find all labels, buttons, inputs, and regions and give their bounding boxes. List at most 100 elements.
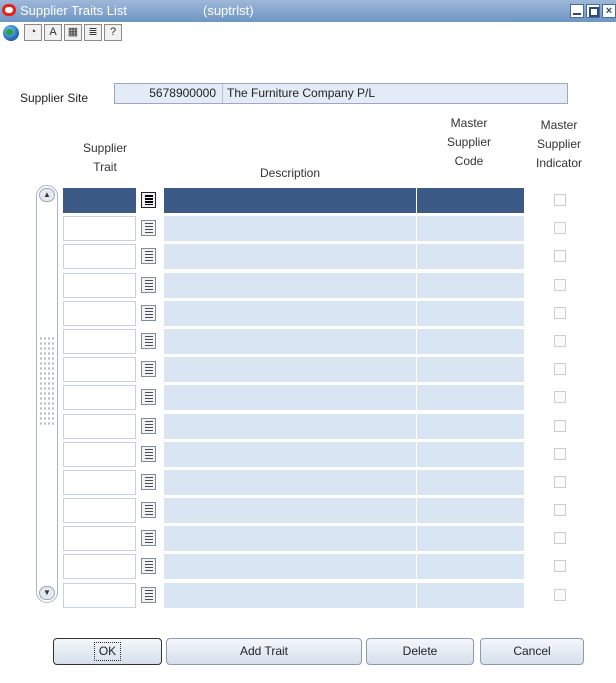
table-row — [63, 413, 593, 442]
supplier-trait-field[interactable] — [63, 244, 136, 270]
scroll-up-icon[interactable]: ▲ — [39, 188, 55, 202]
trait-lov-button[interactable] — [138, 582, 160, 608]
supplier-trait-field[interactable] — [63, 526, 136, 552]
help-icon[interactable]: ? — [104, 24, 122, 41]
header-supplier-trait: Supplier Trait — [65, 139, 145, 177]
trait-lov-button[interactable] — [138, 441, 160, 467]
action-icon[interactable]: ◔ — [24, 24, 42, 41]
description-field — [164, 357, 416, 383]
supplier-trait-field[interactable] — [63, 582, 136, 608]
supplier-trait-field[interactable] — [63, 554, 136, 580]
table-row — [63, 441, 593, 470]
master-indicator-cell — [524, 526, 593, 552]
master-supplier-indicator-checkbox[interactable] — [554, 391, 566, 404]
description-field — [164, 526, 416, 552]
trait-lov-button[interactable] — [138, 328, 160, 354]
list-of-values-icon — [141, 473, 156, 490]
maximize-icon[interactable] — [586, 4, 600, 18]
trait-lov-button[interactable] — [138, 498, 160, 524]
master-supplier-indicator-checkbox[interactable] — [554, 447, 566, 460]
vertical-scrollbar[interactable]: ▲ ▼ — [36, 185, 58, 603]
trait-lov-button[interactable] — [138, 413, 160, 439]
header-line: Trait — [93, 160, 117, 174]
trait-lov-button[interactable] — [138, 244, 160, 270]
table-row — [63, 498, 593, 526]
description-field — [164, 188, 416, 213]
trait-lov-button[interactable] — [138, 300, 160, 326]
header-master-supplier-code: Master Supplier Code — [416, 114, 522, 171]
supplier-trait-field[interactable] — [63, 357, 136, 383]
master-supplier-code-field — [417, 469, 524, 495]
master-supplier-indicator-checkbox[interactable] — [554, 588, 566, 601]
master-supplier-code-field — [417, 554, 524, 580]
globe-icon[interactable] — [3, 25, 19, 41]
master-supplier-indicator-checkbox[interactable] — [554, 278, 566, 291]
master-supplier-indicator-checkbox[interactable] — [554, 363, 566, 376]
supplier-trait-field[interactable] — [63, 216, 136, 242]
list-of-values-icon — [141, 361, 156, 378]
master-indicator-cell — [524, 300, 593, 326]
master-supplier-indicator-checkbox[interactable] — [554, 532, 566, 545]
table-row — [63, 526, 593, 554]
master-supplier-code-field — [417, 216, 524, 242]
scroll-down-icon[interactable]: ▼ — [39, 586, 55, 600]
header-description: Description — [259, 166, 321, 180]
master-supplier-indicator-checkbox[interactable] — [554, 419, 566, 432]
master-supplier-indicator-checkbox[interactable] — [554, 560, 566, 573]
close-icon[interactable]: × — [602, 4, 616, 18]
supplier-trait-field[interactable] — [63, 272, 136, 298]
title-bar: Supplier Traits List (suptrlst) × — [0, 0, 616, 22]
trait-lov-button[interactable] — [138, 469, 160, 495]
cancel-button[interactable]: Cancel — [480, 638, 584, 665]
supplier-trait-field[interactable] — [63, 328, 136, 354]
table-row — [63, 385, 593, 413]
master-indicator-cell — [524, 357, 593, 383]
editor-icon[interactable]: ≣ — [84, 24, 102, 41]
list-of-values-icon — [141, 192, 156, 208]
supplier-trait-field[interactable] — [63, 469, 136, 495]
form-name: (suptrlst) — [203, 3, 254, 18]
trait-lov-button[interactable] — [138, 216, 160, 242]
master-supplier-indicator-checkbox[interactable] — [554, 306, 566, 319]
trait-lov-button[interactable] — [138, 357, 160, 383]
description-field — [164, 413, 416, 439]
ok-button[interactable]: OK — [53, 638, 162, 665]
supplier-trait-field[interactable] — [63, 188, 136, 213]
supplier-trait-field[interactable] — [63, 300, 136, 326]
description-field — [164, 244, 416, 270]
trait-lov-button[interactable] — [138, 385, 160, 411]
trait-lov-button[interactable] — [138, 554, 160, 580]
master-supplier-indicator-checkbox[interactable] — [554, 250, 566, 263]
trait-lov-button[interactable] — [138, 272, 160, 298]
master-supplier-indicator-checkbox[interactable] — [554, 334, 566, 347]
header-line: Code — [454, 154, 484, 168]
add-trait-button[interactable]: Add Trait — [166, 638, 362, 665]
trait-lov-button[interactable] — [138, 188, 160, 213]
supplier-trait-field[interactable] — [63, 413, 136, 439]
list-of-values-icon — [141, 417, 156, 434]
list-of-values-icon — [141, 389, 156, 406]
description-field — [164, 300, 416, 326]
font-icon[interactable]: A — [44, 24, 62, 41]
header-line: Supplier — [536, 137, 582, 151]
supplier-trait-field[interactable] — [63, 441, 136, 467]
master-supplier-code-field — [417, 357, 524, 383]
master-supplier-indicator-checkbox[interactable] — [554, 222, 566, 235]
calendar-icon[interactable]: ▦ — [64, 24, 82, 41]
master-supplier-indicator-checkbox[interactable] — [554, 194, 566, 206]
master-supplier-indicator-checkbox[interactable] — [554, 475, 566, 488]
minimize-icon[interactable] — [570, 4, 584, 18]
supplier-trait-field[interactable] — [63, 385, 136, 411]
supplier-trait-field[interactable] — [63, 498, 136, 524]
oracle-logo-icon — [2, 4, 16, 16]
window-controls: × — [570, 4, 616, 18]
master-supplier-code-field — [417, 188, 524, 213]
delete-button-label: Delete — [402, 644, 438, 658]
list-of-values-icon — [141, 530, 156, 547]
scroll-thumb[interactable] — [39, 336, 55, 426]
master-supplier-code-field — [417, 272, 524, 298]
master-supplier-indicator-checkbox[interactable] — [554, 504, 566, 517]
list-of-values-icon — [141, 558, 156, 575]
trait-lov-button[interactable] — [138, 526, 160, 552]
delete-button[interactable]: Delete — [366, 638, 474, 665]
